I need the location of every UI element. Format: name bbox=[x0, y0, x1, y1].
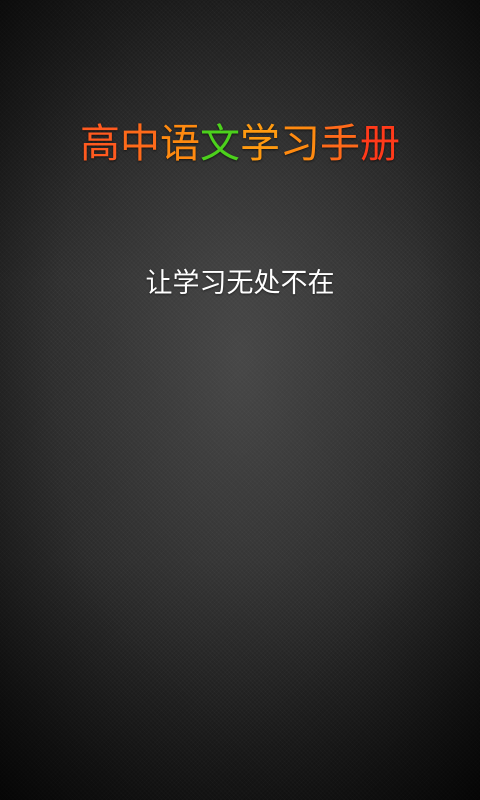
app-title: 高中语文学习手册 bbox=[0, 118, 480, 170]
title-char: 学 bbox=[240, 121, 280, 167]
tagline: 让学习无处不在 bbox=[145, 268, 335, 299]
splash-screen: 高中语文学习手册 让学习无处不在 bbox=[0, 0, 480, 800]
title-char: 文 bbox=[200, 121, 240, 167]
title-char: 手 bbox=[320, 121, 360, 167]
title-char: 习 bbox=[280, 121, 320, 167]
title-char: 高 bbox=[80, 121, 120, 167]
title-char: 语 bbox=[160, 121, 200, 167]
title-char: 册 bbox=[360, 121, 400, 167]
title-char: 中 bbox=[120, 121, 160, 167]
